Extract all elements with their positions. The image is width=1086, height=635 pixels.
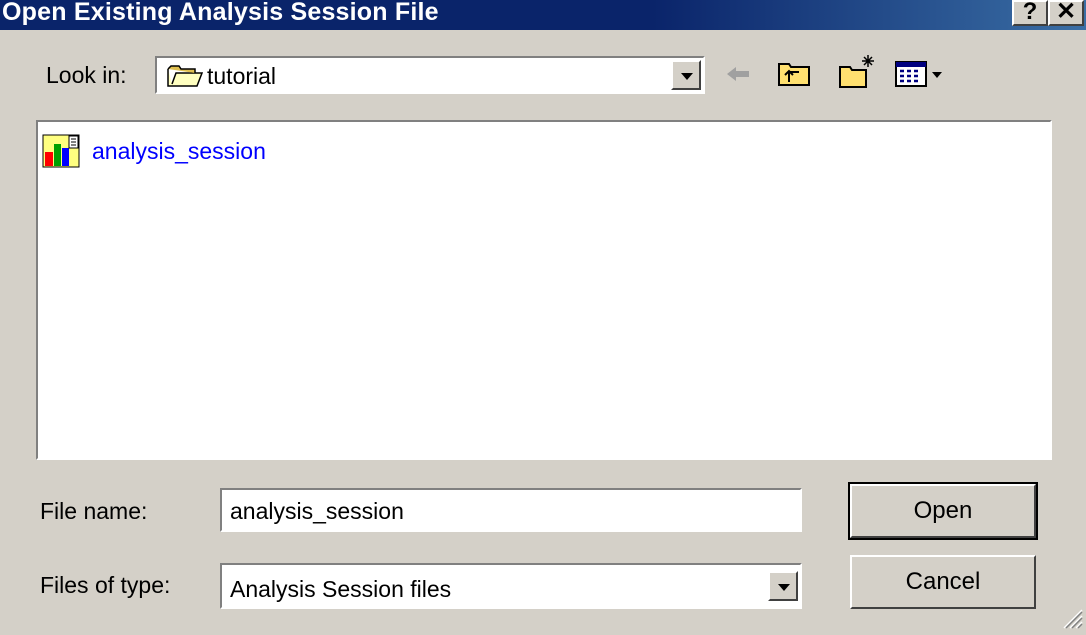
help-button[interactable]: ? [1012,0,1048,26]
close-button[interactable]: ✕ [1048,0,1084,26]
look-in-value: tutorial [207,63,277,89]
files-of-type-value: Analysis Session files [230,576,452,602]
open-button[interactable]: Open [848,482,1038,540]
resize-grip-icon[interactable] [1060,606,1084,635]
look-in-label: Look in: [46,62,127,88]
new-folder-icon[interactable] [838,53,878,94]
cancel-button-label: Cancel [905,568,981,595]
files-of-type-select[interactable]: Analysis Session files [220,563,802,609]
session-file-icon [42,134,86,173]
view-menu-icon[interactable] [895,60,945,93]
back-arrow-icon[interactable] [725,62,753,91]
file-item-label: analysis_session [92,138,266,164]
file-name-label: File name: [40,498,148,524]
file-name-value: analysis_session [230,498,404,524]
file-list[interactable]: analysis_session [36,120,1052,460]
window-title: Open Existing Analysis Session File [2,0,439,26]
cancel-button[interactable]: Cancel [850,555,1036,609]
up-folder-icon[interactable] [777,58,813,93]
title-bar: Open Existing Analysis Session File ? ✕ [0,0,1086,30]
folder-icon [167,64,204,93]
files-of-type-dropdown-button[interactable] [768,571,798,601]
open-button-label: Open [913,497,973,524]
look-in-combobox[interactable]: tutorial [155,56,705,94]
file-name-input[interactable]: analysis_session [220,488,802,532]
files-of-type-label: Files of type: [40,572,171,598]
look-in-dropdown-button[interactable] [671,60,701,90]
